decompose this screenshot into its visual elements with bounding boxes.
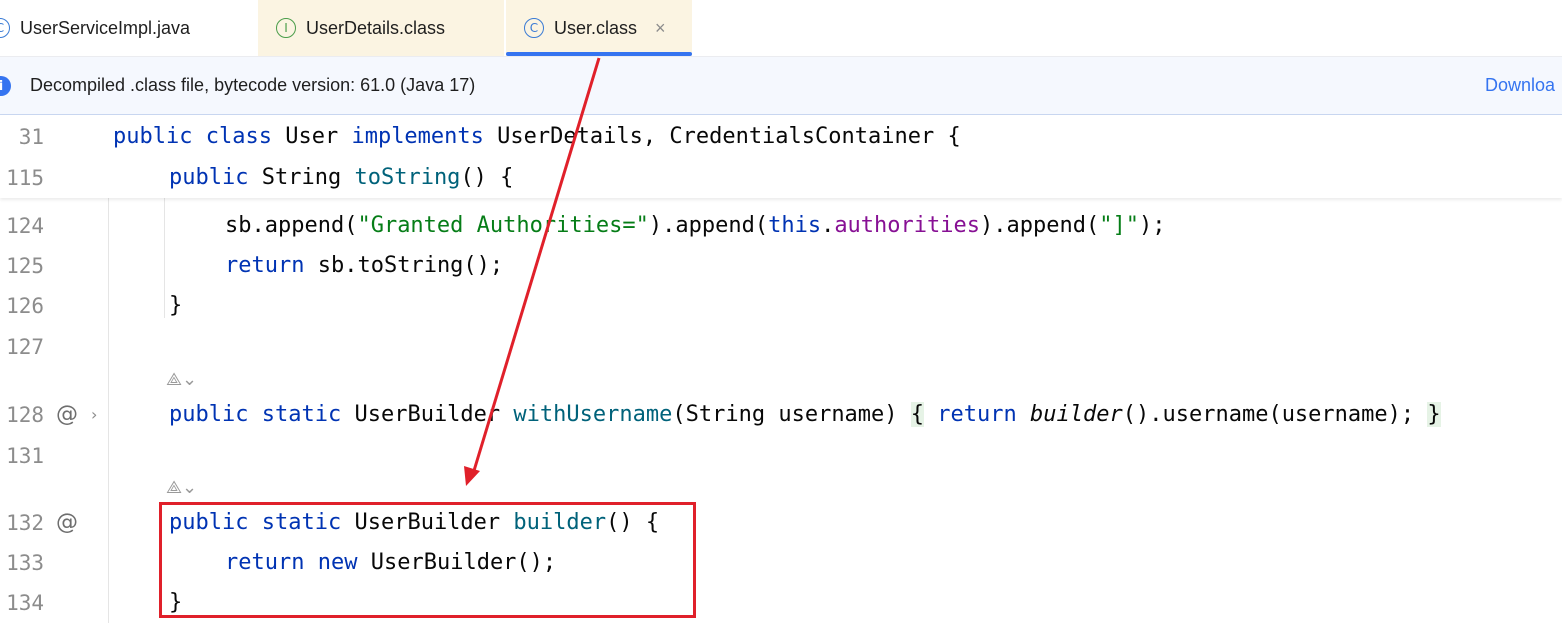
banner-text: Decompiled .class file, bytecode version… [30, 75, 476, 95]
at-annotation-icon[interactable]: @ [56, 503, 78, 543]
code-text: } [169, 293, 183, 318]
code-text: public class User implements UserDetails… [113, 124, 961, 149]
line-number: 128 [6, 403, 44, 427]
line-number: 125 [6, 254, 44, 278]
tab-user-class[interactable]: C User.class × [506, 0, 692, 56]
code-line: 127 [0, 327, 1562, 367]
line-number: 127 [6, 335, 44, 359]
info-icon: i [0, 76, 11, 96]
code-text: public String toString() { [169, 165, 514, 190]
code-line: 131 [0, 436, 1562, 476]
annotation-highlight-box [159, 502, 696, 618]
line-number: 131 [6, 444, 44, 468]
editor-tab-bar: C UserServiceImpl.java I UserDetails.cla… [0, 0, 1562, 57]
line-number: 126 [6, 294, 44, 318]
tab-label: UserDetails.class [306, 17, 446, 38]
code-line: 124 sb.append("Granted Authorities=").ap… [0, 206, 1562, 246]
class-icon: C [0, 18, 10, 38]
code-text: public static UserBuilder withUsername(S… [169, 402, 1441, 427]
tab-label: User.class [554, 17, 638, 38]
code-text: sb.append("Granted Authorities=").append… [225, 213, 1166, 238]
code-editor[interactable]: 31 public class User implements UserDeta… [0, 115, 1562, 623]
code-line: 125 return sb.toString(); [0, 246, 1562, 286]
code-line: 115 public String toString() { [0, 158, 1562, 198]
close-icon[interactable]: × [655, 18, 666, 39]
class-icon: C [524, 18, 544, 38]
download-sources-link[interactable]: Downloa [1485, 75, 1555, 96]
active-tab-indicator [506, 52, 692, 56]
chevron-right-icon[interactable]: › [91, 395, 97, 435]
line-number: 134 [6, 591, 44, 615]
line-number: 124 [6, 214, 44, 238]
interface-icon: I [276, 18, 296, 38]
code-line: 128 @ › public static UserBuilder withUs… [0, 395, 1562, 435]
line-number: 133 [6, 551, 44, 575]
tab-userserviceimpl[interactable]: C UserServiceImpl.java [0, 0, 252, 56]
line-number: 132 [6, 511, 44, 535]
code-text: return sb.toString(); [225, 253, 504, 278]
code-line: 31 public class User implements UserDeta… [0, 117, 1562, 157]
ai-assistant-icon[interactable]: ⟁⌄ [166, 370, 197, 390]
tab-label: UserServiceImpl.java [20, 17, 191, 38]
decompiled-notice-banner: i Decompiled .class file, bytecode versi… [0, 57, 1562, 115]
ai-assistant-icon[interactable]: ⟁⌄ [166, 478, 197, 498]
sticky-lines-header: 31 public class User implements UserDeta… [0, 115, 1562, 198]
tab-userdetails[interactable]: I UserDetails.class [258, 0, 504, 56]
line-number: 115 [6, 166, 44, 190]
code-line: 126 } [0, 286, 1562, 326]
line-number: 31 [18, 125, 44, 149]
at-annotation-icon[interactable]: @ [56, 395, 78, 435]
